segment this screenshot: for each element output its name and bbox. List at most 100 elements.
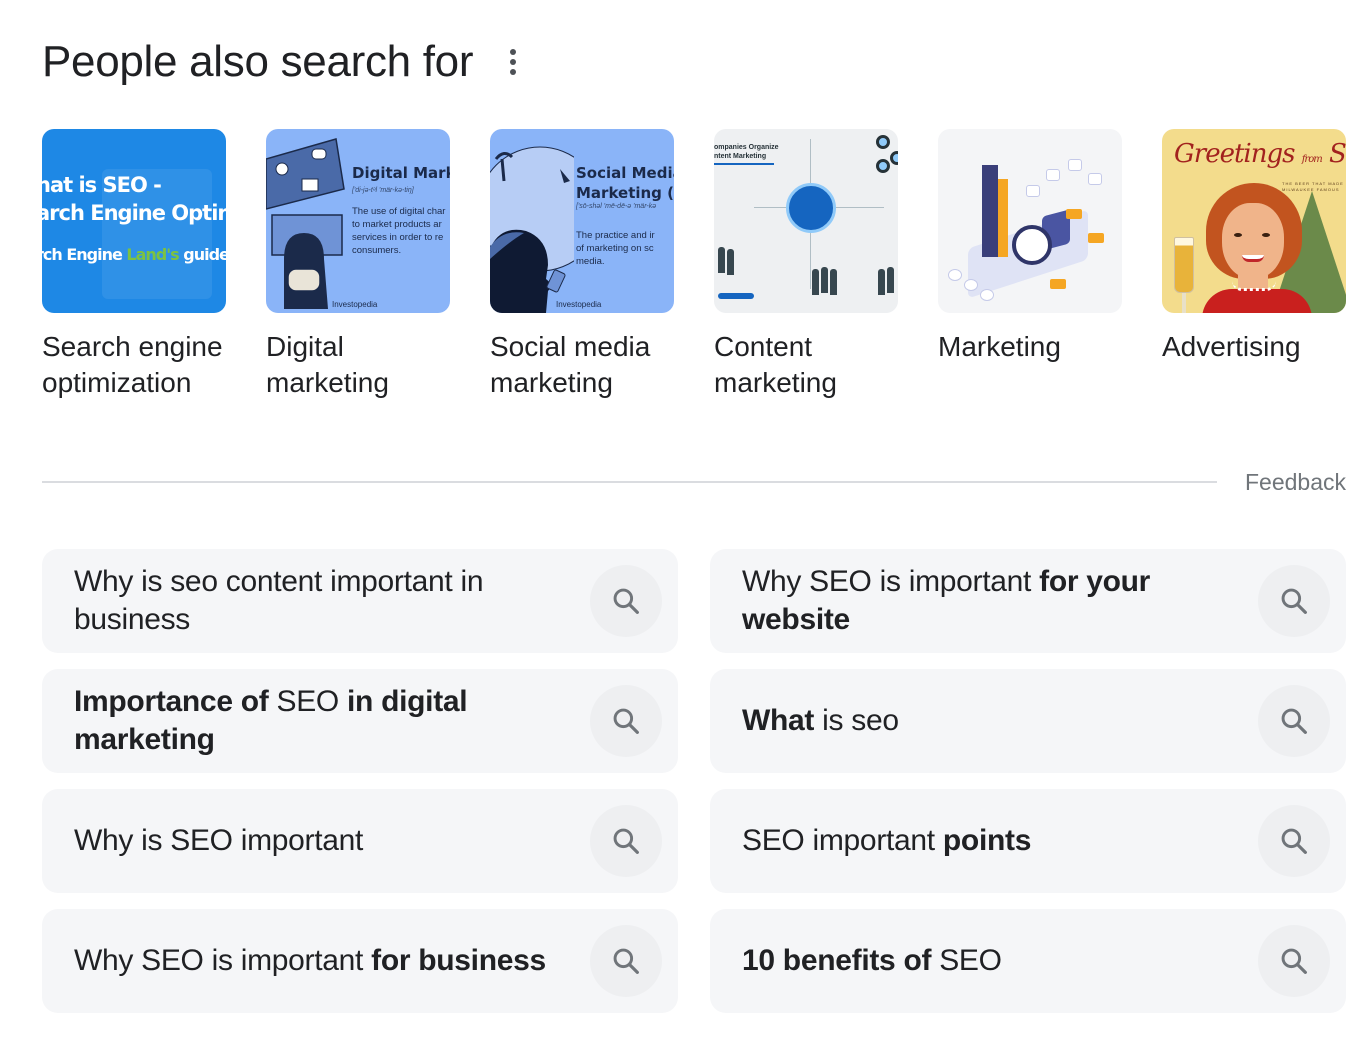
thumb-decor [948,269,962,281]
megaphone-icon [1012,225,1052,265]
related-search-chip[interactable]: SEO important points [710,789,1346,893]
thumb-decor [980,289,994,301]
thumb-text: Land's [126,245,179,264]
thumb-decor [1222,203,1284,279]
thumb-text: Greetings [1174,139,1302,169]
thumb-text: media. [576,256,605,267]
bold-text-segment: What [742,704,815,737]
feedback-link[interactable]: Feedback [1245,469,1346,496]
thumb-text: rch Engine [42,245,127,264]
thumb-decor [786,183,836,233]
thumb-text: guide to [183,245,226,264]
thumb-decor [1262,233,1270,237]
related-search-chip[interactable]: 10 benefits of SEO [710,909,1346,1013]
bold-text-segment: for business [371,944,546,977]
thumb-text: The practice and ir [576,230,655,241]
entity-thumbnail: hat is SEO - arch Engine Optimiz rch Eng… [42,129,226,313]
more-vert-icon-dot [510,69,517,75]
bold-text-segment: points [942,824,1032,857]
thumb-text: Social Media [576,164,674,182]
thumb-text: of marketing on sc [576,243,654,254]
related-search-text: Why is seo content important in business [74,563,590,639]
related-search-chip[interactable]: Importance of SEO in digital marketing [42,669,678,773]
search-icon [1281,708,1307,734]
entity-card[interactable]: Social Media Marketing (S ['sō-shəl 'mē-… [490,129,674,401]
entity-thumbnail: ompanies Organize ntent Marketing [714,129,898,313]
thumb-text: ['di-jə-tᵊl 'mär-kə-tiŋ] [352,187,414,194]
thumb-text: Schlitz [1328,139,1346,169]
entity-card[interactable]: Digital Marke ['di-jə-tᵊl 'mär-kə-tiŋ] T… [266,129,450,401]
text-segment: Why is SEO important [74,824,364,857]
text-segment: Why SEO is important [74,944,372,977]
related-search-text: SEO important points [742,822,1258,860]
related-search-text: 10 benefits of SEO [742,942,1258,980]
thumb-text: arch Engine Optimiz [42,201,226,225]
feedback-row: Feedback [42,462,1346,502]
related-search-chip[interactable]: Why is SEO important [42,789,678,893]
entity-label: Digital marketing [266,331,389,398]
related-search-chip[interactable]: Why SEO is important for your website [710,549,1346,653]
thumb-decor [718,247,725,273]
entity-carousel: hat is SEO - arch Engine Optimiz rch Eng… [42,129,1346,401]
thumb-text: ompanies Organize ntent Marketing [714,143,779,161]
thumb-decor [876,159,890,173]
thumb-decor [718,293,754,299]
divider [42,481,1217,483]
thumb-decor [1026,185,1040,197]
entity-thumbnail [938,129,1122,313]
entity-card[interactable]: Greetings from Schlitz THE BEER THAT MAD… [1162,129,1346,401]
search-button[interactable] [590,685,662,757]
related-searches-grid: Why is seo content important in business… [42,549,1346,1013]
entity-label: Marketing [938,331,1061,362]
related-search-chip[interactable]: Why SEO is important for business [42,909,678,1013]
entity-label: Advertising [1162,331,1301,362]
thumb-text: ompanies Organize [714,144,779,151]
thumb-decor [1202,289,1312,313]
search-button[interactable] [1258,565,1330,637]
text-segment: SEO [931,944,1002,977]
thumb-decor [1088,233,1104,243]
entity-label: Content marketing [714,331,837,398]
search-button[interactable] [1258,925,1330,997]
entity-card[interactable]: ompanies Organize ntent Marketing Conten… [714,129,898,401]
illustration-person-at-desk [266,138,345,309]
search-button[interactable] [590,925,662,997]
search-icon [1281,588,1307,614]
search-button[interactable] [590,565,662,637]
search-icon [1281,948,1307,974]
entity-card[interactable]: Marketing [938,129,1122,401]
thumb-text: to market products ar [352,219,442,230]
thumb-decor [998,179,1008,257]
entity-card[interactable]: hat is SEO - arch Engine Optimiz rch Eng… [42,129,226,401]
thumb-decor [1182,293,1186,313]
thumb-decor [964,279,978,291]
thumb-text: Marketing (S [576,184,674,202]
section-title: People also search for [42,37,474,86]
thumb-decor [876,135,890,149]
entity-label: Search engine optimization [42,331,223,398]
search-icon [613,708,639,734]
related-search-chip[interactable]: What is seo [710,669,1346,773]
related-search-chip[interactable]: Why is seo content important in business [42,549,678,653]
bold-text-segment: 10 benefits of [742,944,932,977]
more-options-button[interactable] [505,42,521,82]
related-search-text: Why SEO is important for your website [742,563,1258,639]
related-search-text: Why SEO is important for business [74,942,590,980]
entity-thumbnail: Digital Marke ['di-jə-tᵊl 'mär-kə-tiŋ] T… [266,129,450,313]
thumb-decor [1174,237,1194,293]
search-button[interactable] [1258,685,1330,757]
thumb-text: Social Media Marketing (S [576,163,674,203]
text-segment: is seo [814,704,899,737]
search-button[interactable] [1258,805,1330,877]
thumb-decor [1066,209,1082,219]
illustration-head-silhouette [490,146,574,313]
section-header: People also search for [42,34,521,90]
entity-thumbnail: Greetings from Schlitz THE BEER THAT MAD… [1162,129,1346,313]
text-segment: SEO [268,685,347,718]
more-vert-icon-dot [510,49,517,55]
thumb-decor [982,165,998,257]
thumb-decor [727,249,734,275]
thumb-text: MILWAUKEE FAMOUS [1282,187,1340,192]
search-button[interactable] [590,805,662,877]
thumb-decor [878,269,885,295]
